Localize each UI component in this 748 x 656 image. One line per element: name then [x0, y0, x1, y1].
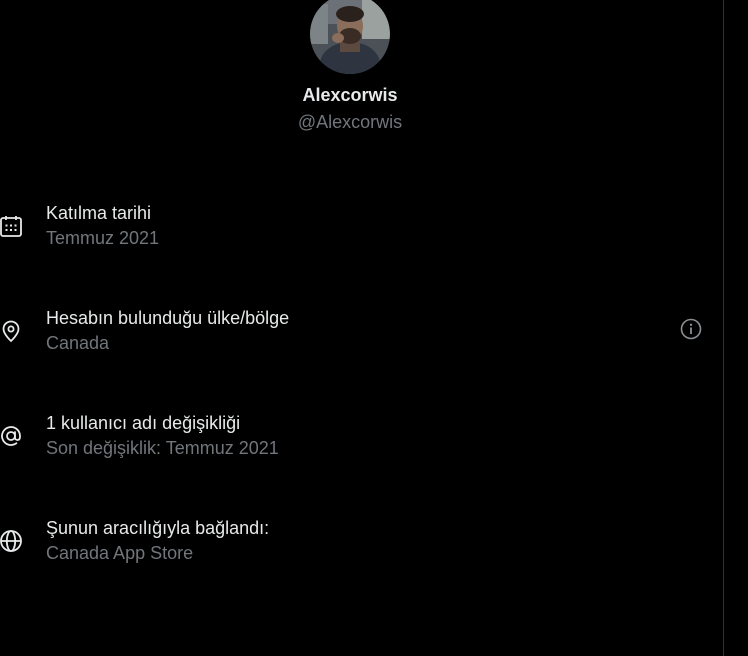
avatar-photo — [310, 0, 390, 74]
about-row-username-changes: 1 kullanıcı adı değişikliği Son değişikl… — [0, 412, 720, 472]
about-row-value: Canada — [46, 333, 110, 353]
about-row-value: Temmuz 2021 — [46, 228, 160, 248]
username-handle: @Alexcorwis — [297, 112, 403, 132]
info-icon[interactable] — [680, 318, 702, 340]
display-name: Alexcorwis — [302, 85, 398, 105]
about-row-label: 1 kullanıcı adı değişikliği — [46, 413, 241, 433]
about-row-label: Şunun aracılığıyla bağlandı: — [46, 518, 270, 538]
about-row-label: Katılma tarihi — [46, 203, 152, 223]
about-row-label: Hesabın bulunduğu ülke/bölge — [46, 308, 290, 328]
about-account-panel: Alexcorwis @Alexcorwis Katılma tarihi Te… — [0, 0, 748, 656]
avatar[interactable] — [310, 0, 390, 74]
calendar-icon — [0, 214, 23, 238]
about-row-value: Canada App Store — [46, 543, 194, 563]
about-row-country: Hesabın bulunduğu ülke/bölge Canada — [0, 307, 720, 367]
about-row-value: Son değişiklik: Temmuz 2021 — [46, 438, 279, 458]
at-sign-icon — [0, 424, 23, 448]
about-row-connected-via: Şunun aracılığıyla bağlandı: Canada App … — [0, 517, 720, 577]
column-divider — [723, 0, 724, 656]
globe-icon — [0, 529, 23, 553]
about-row-join-date: Katılma tarihi Temmuz 2021 — [0, 202, 720, 262]
location-pin-icon — [0, 319, 23, 343]
